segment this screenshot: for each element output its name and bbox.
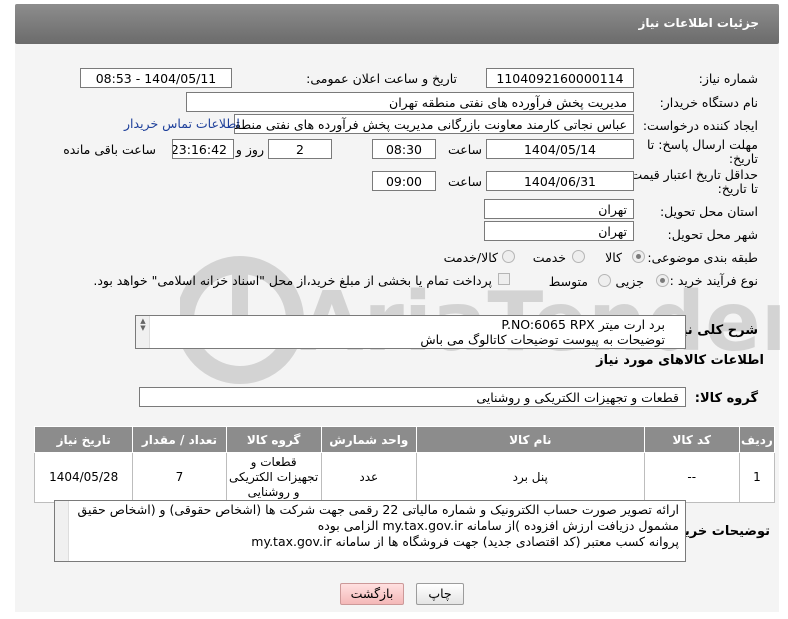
col-quantity: تعداد / مقدار <box>132 426 227 453</box>
description-line-2: توضیحات به پیوست توضیحات کاتالوگ می باش <box>420 332 665 347</box>
deadline-time-label: ساعت <box>447 142 482 157</box>
need-number-label: شماره نیاز: <box>698 71 758 86</box>
buyer-org-field: مدیریت پخش فرآورده های نفتی منطقه تهران <box>186 92 634 112</box>
scroll-arrows-icon: ▲ ▼ <box>140 317 146 332</box>
remaining-time-field: 23:16:42 <box>172 139 234 159</box>
deadline-label-2: تاریخ: <box>728 151 758 166</box>
print-button[interactable]: چاپ <box>416 583 464 605</box>
payment-checkbox[interactable] <box>498 273 510 285</box>
buyer-notes-line-3: پروانه کسب معتبر (کد اقتصادی جدید) جهت ف… <box>251 534 679 549</box>
city-label: شهر محل تحویل: <box>667 227 758 242</box>
days-label: روز و <box>235 142 264 157</box>
table-row: 1 -- پنل برد عدد قطعات و تجهیزات الکتریک… <box>33 452 776 503</box>
col-item-code: کد کالا <box>643 426 740 453</box>
province-label: استان محل تحویل: <box>659 204 758 219</box>
announce-label: تاریخ و ساعت اعلان عمومی: <box>306 71 457 86</box>
requester-field: عباس نجاتی کارمند معاونت بازرگانی مدیریت… <box>234 114 634 134</box>
contact-info-link[interactable]: اطلاعات تماس خریدار <box>124 116 240 131</box>
category-radio-goods[interactable] <box>632 250 645 263</box>
cell-item-name: پنل برد <box>415 452 645 503</box>
price-validity-label-2: تا تاریخ: <box>717 181 758 196</box>
buyer-notes-line-2: مشمول دزیافت ارزش افزوده )از سامانه my.t… <box>317 518 679 533</box>
deadline-label-1: مهلت ارسال پاسخ: تا <box>647 137 758 152</box>
col-row-number: ردیف <box>738 426 776 453</box>
cell-need-date: 1404/05/28 <box>33 452 134 503</box>
description-line-1: برد ارت میتر P.NO:6065 RPX <box>501 317 665 332</box>
city-field: تهران <box>484 221 634 241</box>
header-bar: جزئیات اطلاعات نیاز <box>15 4 779 44</box>
col-item-name: نام کالا <box>415 426 645 453</box>
cell-unit: عدد <box>320 452 417 503</box>
page: جزئیات اطلاعات نیاز AriaTender.neT شماره… <box>0 0 788 619</box>
process-option-minor: جزیی <box>615 274 644 289</box>
remaining-label: ساعت باقی مانده <box>63 142 156 157</box>
price-time-label: ساعت <box>447 174 482 189</box>
buyer-notes-scrollbar[interactable] <box>55 501 69 561</box>
need-number-field: 1104092160000114 <box>486 68 634 88</box>
deadline-time-field: 08:30 <box>372 139 436 159</box>
cell-row-number: 1 <box>738 452 776 503</box>
price-validity-time-field: 09:00 <box>372 171 436 191</box>
goods-group-field: قطعات و تجهیزات الکتریکی و روشنایی <box>139 387 686 407</box>
announce-field: 1404/05/11 - 08:53 <box>80 68 232 88</box>
goods-group-label: گروه کالا: <box>694 391 758 406</box>
items-table: ردیف کد کالا نام کالا واحد شمارش گروه کا… <box>33 426 776 503</box>
category-option-goods-service: کالا/خدمت <box>443 250 498 265</box>
goods-info-title: اطلاعات کالاهای مورد نیاز <box>596 353 764 368</box>
buyer-notes-line-1: ارائه تصویر صورت حساب الکترونیک و شماره … <box>77 502 679 517</box>
category-label: طبقه بندی موضوعی: <box>647 250 758 265</box>
cell-item-code: -- <box>643 452 740 503</box>
category-radio-goods-service[interactable] <box>502 250 515 263</box>
category-radio-service[interactable] <box>572 250 585 263</box>
col-goods-group: گروه کالا <box>225 426 322 453</box>
deadline-date-field: 1404/05/14 <box>486 139 634 159</box>
category-option-service: خدمت <box>532 250 566 265</box>
cell-goods-group: قطعات و تجهیزات الکتریکی و روشنایی <box>225 452 322 503</box>
buyer-notes-textarea[interactable]: ارائه تصویر صورت حساب الکترونیک و شماره … <box>54 500 686 562</box>
days-field: 2 <box>268 139 332 159</box>
process-radio-minor[interactable] <box>656 274 669 287</box>
process-option-medium: متوسط <box>548 274 588 289</box>
buyer-org-label: نام دستگاه خریدار: <box>659 95 758 110</box>
cell-quantity: 7 <box>132 452 227 503</box>
table-header-row: ردیف کد کالا نام کالا واحد شمارش گروه کا… <box>33 426 776 453</box>
price-validity-date-field: 1404/06/31 <box>486 171 634 191</box>
back-button[interactable]: بازگشت <box>340 583 404 605</box>
process-label: نوع فرآیند خرید : <box>669 273 758 288</box>
payment-note: پرداخت تمام یا بخشی از مبلغ خرید،از محل … <box>93 273 492 288</box>
description-textarea[interactable]: ▲ ▼ برد ارت میتر P.NO:6065 RPX توضیحات به… <box>135 315 686 349</box>
province-field: تهران <box>484 199 634 219</box>
col-unit: واحد شمارش <box>320 426 417 453</box>
requester-label: ایجاد کننده درخواست: <box>642 118 758 133</box>
col-need-date: تاریخ نیاز <box>33 426 134 453</box>
category-option-goods: کالا <box>605 250 622 265</box>
price-validity-label-1: حداقل تاریخ اعتبار قیمت: <box>626 167 758 182</box>
process-radio-medium[interactable] <box>598 274 611 287</box>
page-title: جزئیات اطلاعات نیاز <box>638 16 759 30</box>
